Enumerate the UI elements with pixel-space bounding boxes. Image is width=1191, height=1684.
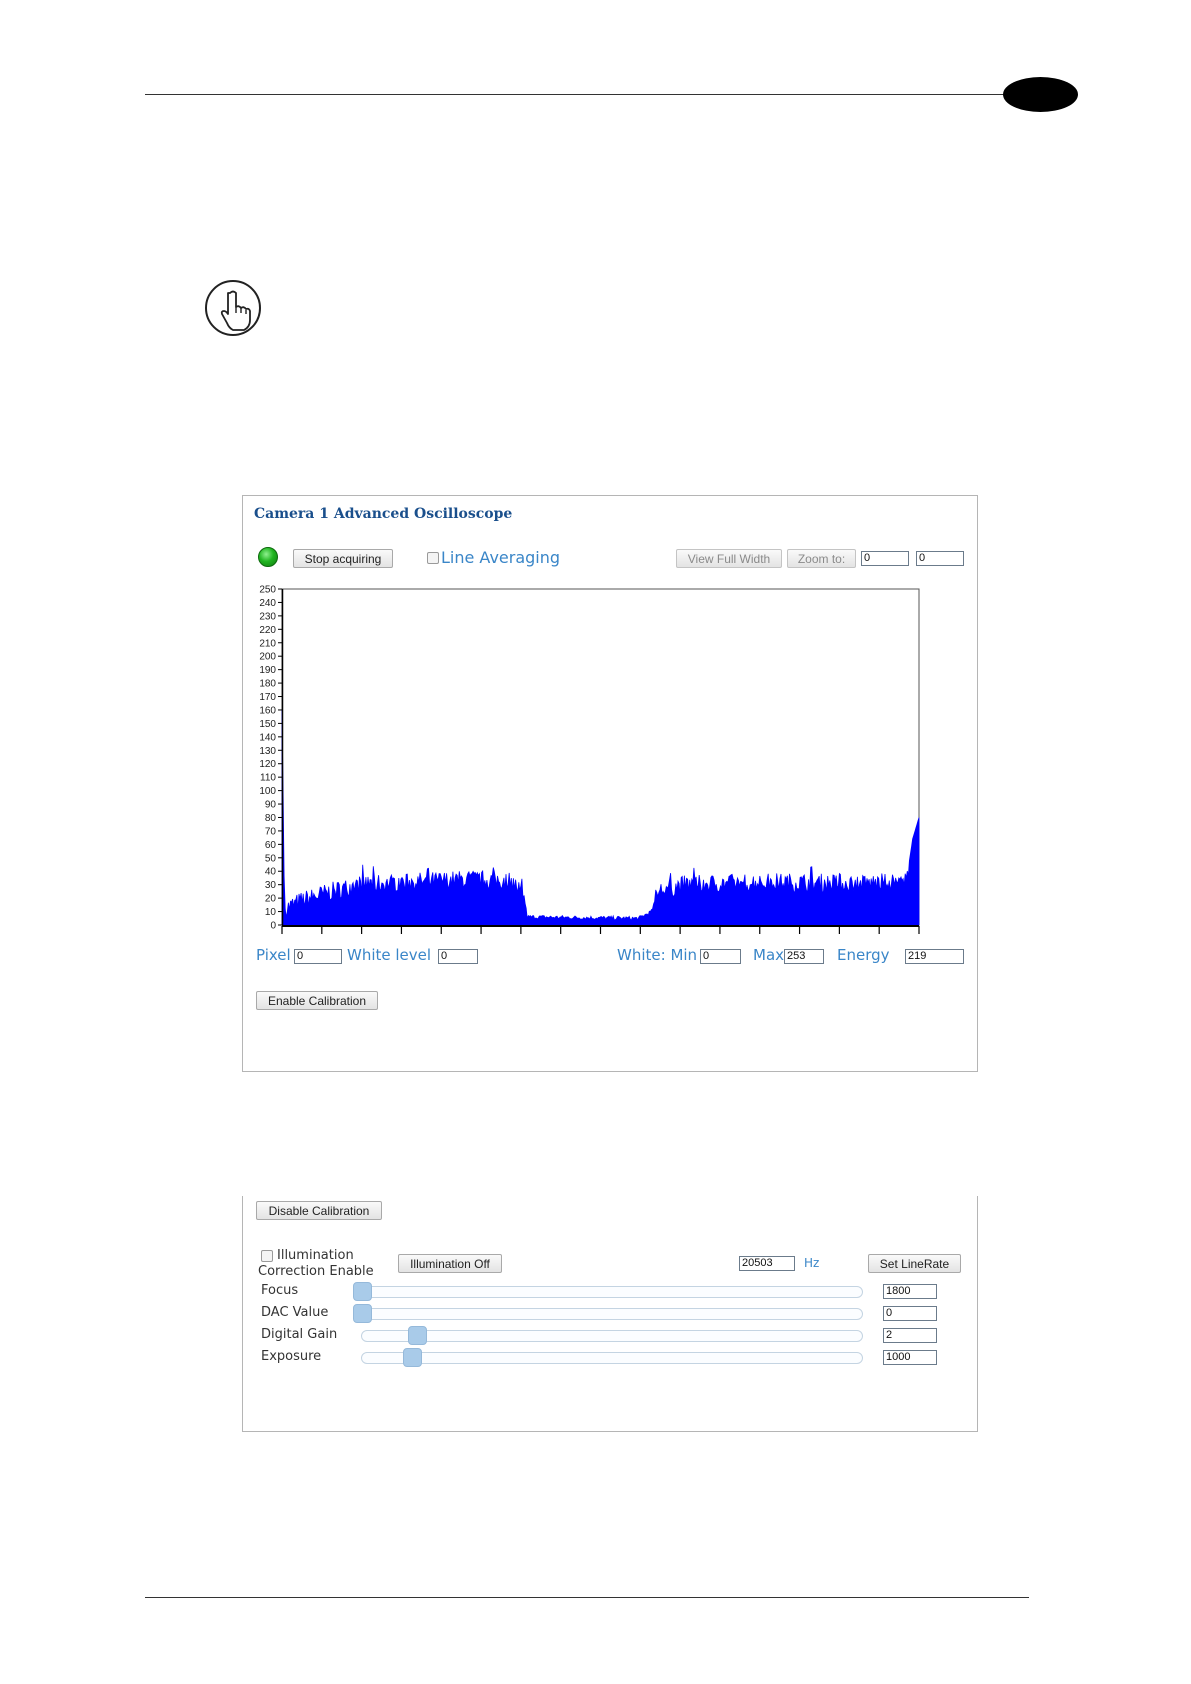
dac-value-label: DAC Value	[261, 1305, 329, 1320]
focus-input[interactable]: 1800	[883, 1284, 937, 1299]
footer-rule	[145, 1597, 1029, 1598]
header-rule	[145, 94, 1070, 95]
zoom-from-input[interactable]: 0	[861, 551, 909, 566]
exposure-label: Exposure	[261, 1349, 322, 1364]
y-tick-label: 190	[259, 665, 276, 676]
illumination-correction-label-1: Illumination	[277, 1248, 354, 1263]
y-tick-label: 140	[259, 732, 276, 743]
line-averaging-label: Line Averaging	[441, 548, 561, 567]
hand-pointer-icon	[204, 279, 262, 337]
y-tick-label: 250	[259, 585, 276, 596]
white-level-label: White level	[347, 946, 432, 964]
max-input[interactable]: 253	[784, 949, 824, 964]
white-min-input[interactable]: 0	[700, 949, 741, 964]
exposure-input[interactable]: 1000	[883, 1350, 937, 1365]
set-line-rate-button[interactable]: Set LineRate	[868, 1254, 961, 1273]
y-tick-label: 160	[259, 705, 276, 716]
zoom-to-input[interactable]: 0	[916, 551, 964, 566]
hz-label: Hz	[804, 1256, 820, 1270]
panel-title: Camera 1 Advanced Oscilloscope	[254, 506, 513, 522]
max-label: Max	[753, 946, 785, 964]
y-tick-label: 60	[265, 840, 277, 851]
y-tick-label: 120	[259, 759, 276, 770]
y-tick-label: 50	[265, 853, 277, 864]
y-tick-label: 210	[259, 638, 276, 649]
view-full-width-button[interactable]: View Full Width	[676, 549, 782, 568]
y-tick-label: 90	[265, 800, 277, 811]
y-tick-label: 240	[259, 598, 276, 609]
line-averaging-checkbox[interactable]	[427, 552, 439, 564]
pixel-label: Pixel	[256, 946, 291, 964]
y-tick-label: 100	[259, 786, 276, 797]
acquisition-status-led	[258, 547, 278, 567]
y-tick-label: 200	[259, 652, 276, 663]
y-tick-label: 170	[259, 692, 276, 703]
dac-value-slider-handle[interactable]	[353, 1304, 372, 1323]
enable-calibration-button[interactable]: Enable Calibration	[256, 991, 378, 1010]
zoom-to-button[interactable]: Zoom to:	[787, 549, 856, 568]
y-tick-label: 40	[265, 867, 277, 878]
calibration-panel: Disable Calibration Illumination Correct…	[242, 1196, 978, 1432]
digital-gain-label: Digital Gain	[261, 1327, 338, 1342]
y-tick-label: 110	[260, 773, 276, 784]
y-tick-label: 70	[265, 826, 277, 837]
white-level-input[interactable]: 0	[438, 949, 478, 964]
y-tick-label: 80	[265, 813, 277, 824]
pixel-input[interactable]: 0	[294, 949, 342, 964]
dac-value-slider[interactable]	[361, 1308, 863, 1320]
y-tick-label: 230	[259, 611, 276, 622]
illumination-off-button[interactable]: Illumination Off	[398, 1254, 502, 1273]
y-tick-label: 150	[259, 719, 276, 730]
digital-gain-input[interactable]: 2	[883, 1328, 937, 1343]
illumination-correction-checkbox[interactable]	[261, 1250, 273, 1262]
illumination-correction-label-2: Correction Enable	[258, 1264, 374, 1279]
plot-frame	[281, 588, 920, 926]
header-blob	[1003, 77, 1078, 112]
exposure-slider[interactable]	[361, 1352, 863, 1364]
energy-label: Energy	[837, 946, 890, 964]
digital-gain-slider-handle[interactable]	[408, 1326, 427, 1345]
disable-calibration-button[interactable]: Disable Calibration	[256, 1201, 382, 1220]
line-rate-input[interactable]: 20503	[739, 1256, 795, 1271]
digital-gain-slider[interactable]	[361, 1330, 863, 1342]
y-tick-label: 0	[270, 921, 276, 932]
y-tick-label: 20	[265, 894, 277, 905]
y-tick-label: 220	[259, 625, 276, 636]
oscilloscope-chart[interactable]: 0 10 20 30 40 50 60 70 80 90 100 110 120 130 140 150 160…	[243, 584, 977, 964]
dac-value-input[interactable]: 0	[883, 1306, 937, 1321]
white-min-label: White: Min	[617, 946, 698, 964]
focus-slider-handle[interactable]	[353, 1282, 372, 1301]
exposure-slider-handle[interactable]	[403, 1348, 422, 1367]
y-tick-label: 130	[259, 746, 276, 757]
focus-slider[interactable]	[361, 1286, 863, 1298]
energy-input[interactable]: 219	[905, 949, 964, 964]
y-tick-label: 10	[265, 907, 277, 918]
stop-acquiring-button[interactable]: Stop acquiring	[293, 549, 393, 568]
y-tick-label: 180	[259, 679, 276, 690]
y-tick-label: 30	[265, 880, 277, 891]
oscilloscope-panel: Camera 1 Advanced Oscilloscope Stop acqu…	[242, 495, 978, 1072]
focus-label: Focus	[261, 1283, 299, 1298]
